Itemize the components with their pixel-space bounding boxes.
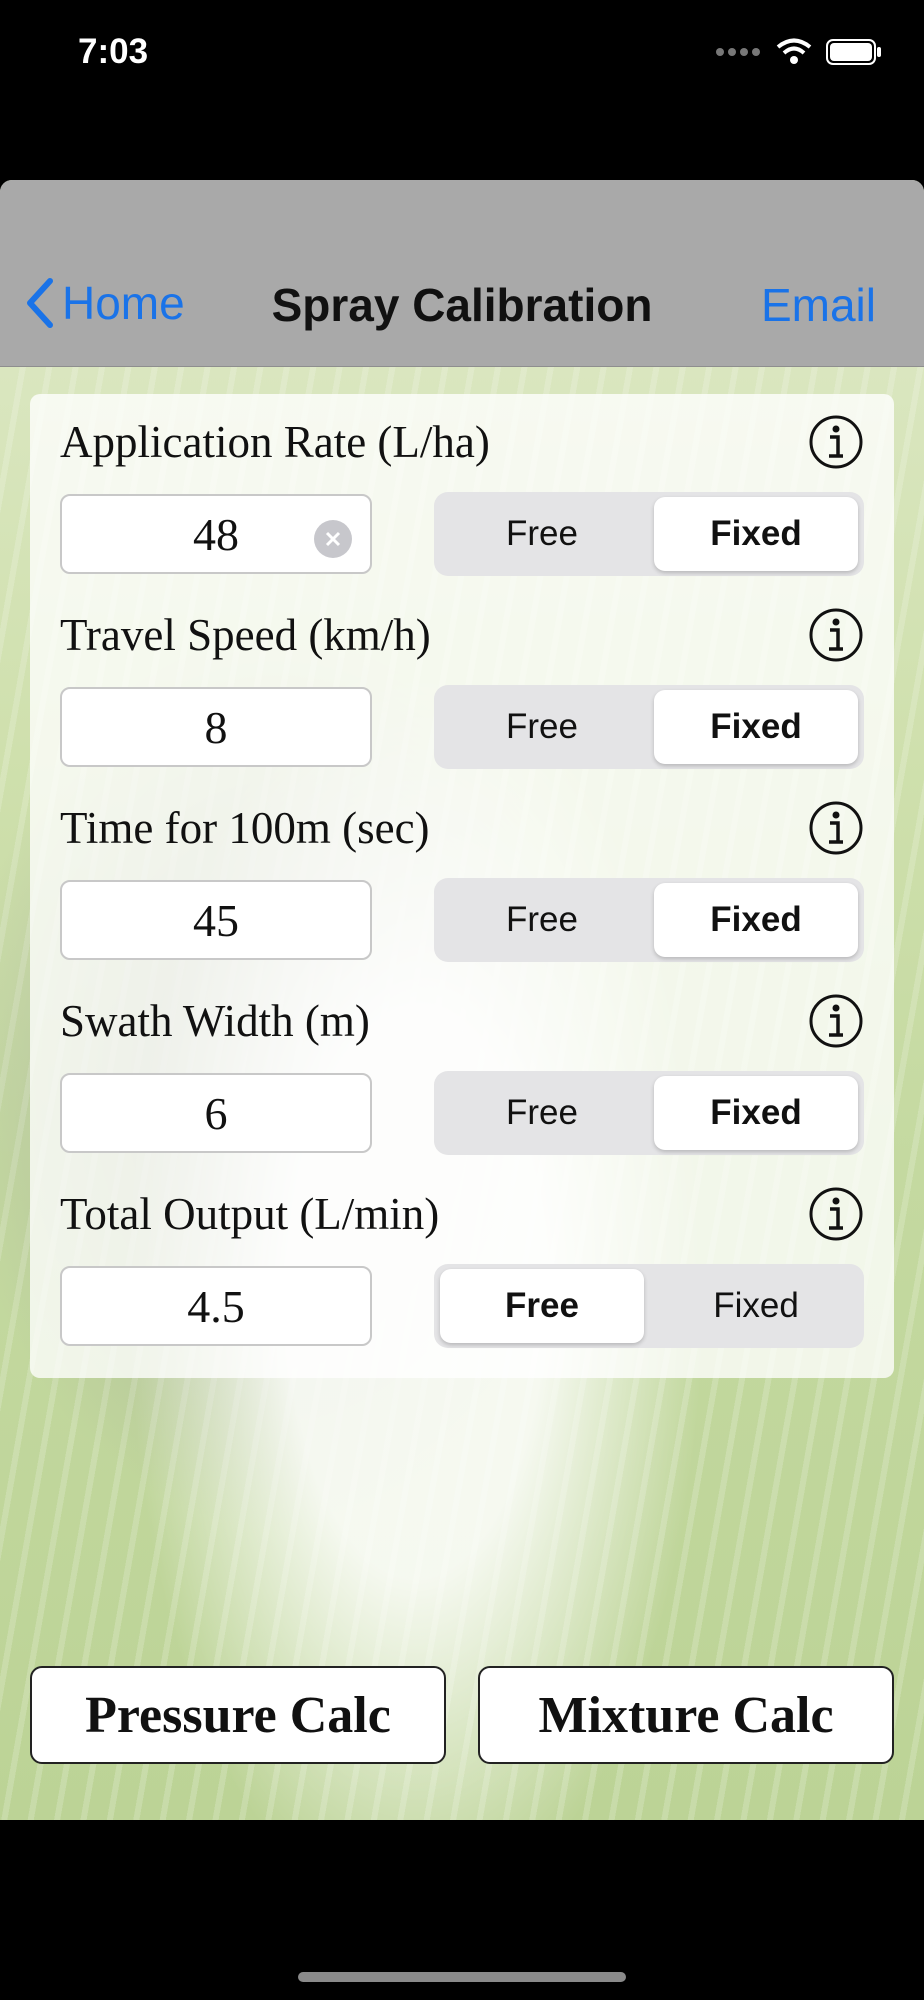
total-output-input[interactable]: 4.5: [60, 1266, 372, 1346]
navigation-bar: Home Spray Calibration Email: [0, 180, 924, 367]
wifi-icon: [776, 38, 812, 64]
clear-text-icon[interactable]: [314, 520, 352, 558]
application-rate-value: 48: [193, 508, 239, 560]
travel-speed-fixed-option[interactable]: Fixed: [654, 690, 858, 764]
swath-width-value: 6: [204, 1087, 228, 1139]
swath-width-fixed-option[interactable]: Fixed: [654, 1076, 858, 1150]
application-rate-label: Application Rate (L/ha): [60, 417, 490, 467]
application-rate-mode-toggle[interactable]: Free Fixed: [434, 492, 864, 576]
info-icon[interactable]: [808, 414, 864, 470]
calibration-screen: Home Spray Calibration Email Application…: [0, 180, 924, 1820]
total-output-label: Total Output (L/min): [60, 1189, 440, 1239]
time-for-100m-fixed-option[interactable]: Fixed: [654, 883, 858, 957]
email-button[interactable]: Email: [761, 278, 876, 332]
swath-width-mode-toggle[interactable]: Free Fixed: [434, 1071, 864, 1155]
time-for-100m-input[interactable]: 45: [60, 880, 372, 960]
travel-speed-input[interactable]: 8: [60, 687, 372, 767]
time-for-100m-mode-toggle[interactable]: Free Fixed: [434, 878, 864, 962]
info-icon[interactable]: [808, 993, 864, 1049]
travel-speed-mode-toggle[interactable]: Free Fixed: [434, 685, 864, 769]
info-icon[interactable]: [808, 1186, 864, 1242]
status-bar: 7:03: [0, 0, 924, 110]
application-rate-fixed-option[interactable]: Fixed: [654, 497, 858, 571]
application-rate-free-option[interactable]: Free: [440, 497, 644, 571]
info-icon[interactable]: [808, 800, 864, 856]
home-indicator[interactable]: [298, 1972, 626, 1982]
swath-width-free-option[interactable]: Free: [440, 1076, 644, 1150]
pressure-calc-button[interactable]: Pressure Calc: [30, 1666, 446, 1764]
total-output-value: 4.5: [187, 1280, 245, 1332]
swath-width-label: Swath Width (m): [60, 996, 370, 1046]
status-time: 7:03: [78, 32, 149, 71]
time-for-100m-value: 45: [193, 894, 239, 946]
total-output-mode-toggle[interactable]: Free Fixed: [434, 1264, 864, 1348]
total-output-free-option[interactable]: Free: [440, 1269, 644, 1343]
time-for-100m-free-option[interactable]: Free: [440, 883, 644, 957]
travel-speed-label: Travel Speed (km/h): [60, 610, 431, 660]
total-output-fixed-option[interactable]: Fixed: [654, 1269, 858, 1343]
mixture-calc-button[interactable]: Mixture Calc: [478, 1666, 894, 1764]
calibration-form: Application Rate (L/ha) 48 Free Fixed Tr…: [30, 394, 894, 1378]
travel-speed-value: 8: [204, 701, 228, 753]
time-for-100m-label: Time for 100m (sec): [60, 803, 430, 853]
swath-width-input[interactable]: 6: [60, 1073, 372, 1153]
travel-speed-free-option[interactable]: Free: [440, 690, 644, 764]
status-icons: [714, 38, 882, 66]
info-icon[interactable]: [808, 607, 864, 663]
battery-icon: [826, 39, 881, 65]
cellular-signal-icon: [716, 48, 760, 56]
application-rate-input[interactable]: 48: [60, 494, 372, 574]
